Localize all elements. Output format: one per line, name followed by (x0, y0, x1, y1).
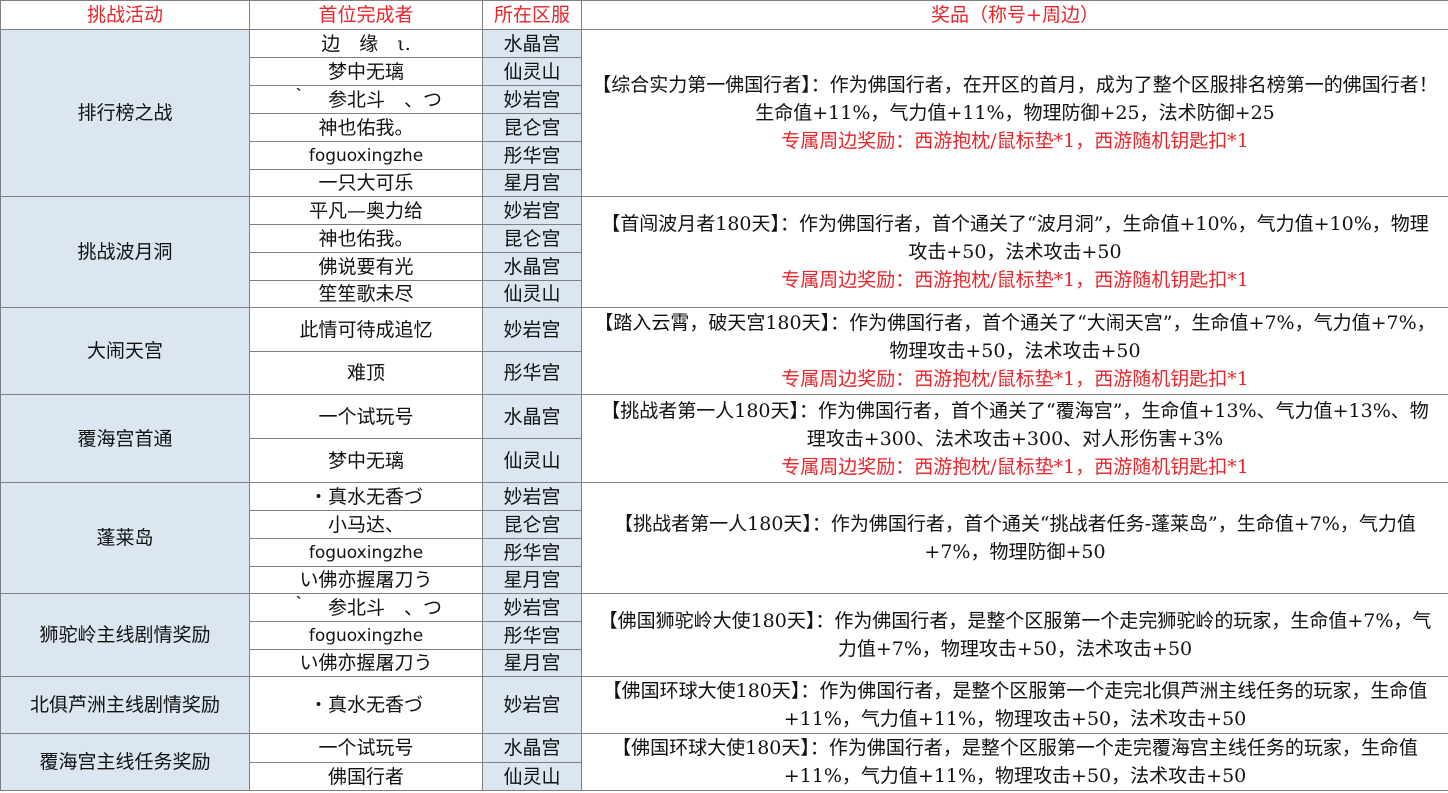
prize-description: 【佛国狮驼岭大使180天】：作为佛国行者，是整个区服第一个走完狮驼岭的玩家，生命… (598, 610, 1432, 660)
server-cell: 星月宫 (482, 566, 582, 594)
player-cell: ・真水无香づ (249, 676, 483, 734)
header-activity: 挑战活动 (0, 0, 250, 30)
prize-cell: 【佛国环球大使180天】：作为佛国行者，是整个区服第一个走完北俱芦洲主线任务的玩… (581, 676, 1448, 734)
table-row: 覆海宫首通 一个试玩号 水晶宫 【挑战者第一人180天】：作为佛国行者，首个通关了“覆… (0, 394, 1448, 483)
table-body: 排行榜之战边 缘 ι. 水晶宫 【综合实力第一佛国行者】：作为佛国行者，在开区的首月… (0, 29, 1448, 791)
server-cell: 妙岩宫 (482, 593, 582, 622)
player-cell: 神也佑我。 (249, 224, 483, 253)
player-cell: 难顶 (249, 351, 483, 395)
prize-cell: 【首闯波月者180天】：作为佛国行者，首个通关了“波月洞”，生命值+10%，气力… (581, 196, 1448, 308)
player-cell: 一个试玩号 (249, 394, 483, 439)
activity-cell: 蓬莱岛 (0, 482, 250, 594)
table-row: 蓬莱岛 ・真水无香づ 妙岩宫【挑战者第一人180天】：作为佛国行者，首个通关“挑战者… (0, 482, 1448, 594)
player-cell: い佛亦握屠刀う (249, 566, 483, 594)
prize-cell: 【佛国狮驼岭大使180天】：作为佛国行者，是整个区服第一个走完狮驼岭的玩家，生命… (581, 593, 1448, 677)
server-cell: 昆仑宫 (482, 113, 582, 142)
player-cell: 平凡—奥力给 (249, 196, 483, 225)
server-cell: 星月宫 (482, 169, 582, 197)
player-cell: foguoxingzhe (249, 538, 483, 567)
server-cell: 仙灵山 (482, 438, 582, 483)
prize-description: 【踏入云霄，破天宫180天】：作为佛国行者，首个通关了“大闹天宫”，生命值+7%… (594, 312, 1436, 362)
activity-cell: 排行榜之战 (0, 29, 250, 197)
player-cell: ｀ 参北斗 、つ (249, 85, 483, 114)
activity-cell: 挑战波月洞 (0, 196, 250, 308)
prize-description: 【首闯波月者180天】：作为佛国行者，首个通关了“波月洞”，生命值+10%，气力… (601, 213, 1429, 263)
player-cell: 笙笙歌未尽 (249, 280, 483, 308)
server-cell: 仙灵山 (482, 762, 582, 791)
server-cell: 水晶宫 (482, 252, 582, 281)
activity-cell: 覆海宫首通 (0, 394, 250, 483)
table-row: 大闹天宫 此情可待成追忆 妙岩宫 【踏入云霄，破天宫180天】：作为佛国行者，首个通关… (0, 307, 1448, 395)
header-server: 所在区服 (482, 0, 582, 30)
header-first-finisher: 首位完成者 (249, 0, 483, 30)
server-cell: 彤华宫 (482, 621, 582, 650)
server-cell: 仙灵山 (482, 57, 582, 86)
prize-description: 【佛国环球大使180天】：作为佛国行者，是整个区服第一个走完覆海宫主线任务的玩家… (612, 737, 1418, 787)
player-cell: 梦中无璃 (249, 57, 483, 86)
server-cell: 仙灵山 (482, 280, 582, 308)
merch-reward: 专属周边奖励：西游抱枕/鼠标垫*1，西游随机钥匙扣*1 (781, 269, 1249, 291)
player-cell: 佛说要有光 (249, 252, 483, 281)
server-cell: 星月宫 (482, 649, 582, 677)
player-cell: 此情可待成追忆 (249, 307, 483, 352)
prize-description: 【综合实力第一佛国行者】：作为佛国行者，在开区的首月，成为了整个区服排名榜第一的… (592, 74, 1438, 124)
table-row: 狮驼岭主线剧情奖励 ｀ 参北斗 、つ 妙岩宫 【佛国狮驼岭大使180天】：作为佛国行者… (0, 593, 1448, 677)
prize-cell: 【佛国环球大使180天】：作为佛国行者，是整个区服第一个走完覆海宫主线任务的玩家… (581, 733, 1448, 791)
player-cell: 边 缘 ι. (249, 29, 483, 58)
prize-cell: 【踏入云霄，破天宫180天】：作为佛国行者，首个通关了“大闹天宫”，生命值+7%… (581, 307, 1448, 395)
prize-description: 【挑战者第一人180天】：作为佛国行者，首个通关“挑战者任务-蓬莱岛”，生命值+… (614, 513, 1416, 563)
server-cell: 妙岩宫 (482, 482, 582, 511)
header-prize: 奖品（称号+周边） (581, 0, 1448, 30)
player-cell: foguoxingzhe (249, 621, 483, 650)
server-cell: 昆仑宫 (482, 224, 582, 253)
server-cell: 彤华宫 (482, 351, 582, 395)
activity-cell: 狮驼岭主线剧情奖励 (0, 593, 250, 677)
server-cell: 水晶宫 (482, 29, 582, 58)
server-cell: 妙岩宫 (482, 676, 582, 734)
table-row: 北俱芦洲主线剧情奖励 ・真水无香づ 妙岩宫 【佛国环球大使180天】：作为佛国行者，是… (0, 676, 1448, 734)
prize-description: 【佛国环球大使180天】：作为佛国行者，是整个区服第一个走完北俱芦洲主线任务的玩… (602, 680, 1428, 730)
merch-reward: 专属周边奖励：西游抱枕/鼠标垫*1，西游随机钥匙扣*1 (781, 455, 1249, 478)
player-cell: 神也佑我。 (249, 113, 483, 142)
prize-cell: 【挑战者第一人180天】：作为佛国行者，首个通关“挑战者任务-蓬莱岛”，生命值+… (581, 482, 1448, 594)
server-cell: 妙岩宫 (482, 307, 582, 352)
merch-reward: 专属周边奖励：西游抱枕/鼠标垫*1，西游随机钥匙扣*1 (781, 368, 1249, 390)
player-cell: 小马达、 (249, 510, 483, 539)
server-cell: 妙岩宫 (482, 196, 582, 225)
player-cell: 一只大可乐 (249, 169, 483, 197)
header-row: 挑战活动 首位完成者 所在区服 奖品（称号+周边） (0, 0, 1448, 30)
player-cell: foguoxingzhe (249, 141, 483, 170)
player-cell: 佛国行者 (249, 762, 483, 791)
rewards-table: 挑战活动 首位完成者 所在区服 奖品（称号+周边） 排行榜之战边 缘 ι. 水晶宫… (0, 0, 1448, 791)
server-cell: 彤华宫 (482, 141, 582, 170)
server-cell: 水晶宫 (482, 732, 582, 764)
prize-description: 【挑战者第一人180天】：作为佛国行者，首个通关了“覆海宫”，生命值+13%、气… (601, 399, 1429, 450)
table-row: 覆海宫主线任务奖励 一个试玩号 水晶宫 【佛国环球大使180天】：作为佛国行者，是整个… (0, 732, 1448, 791)
player-cell: ・真水无香づ (249, 482, 483, 511)
player-cell: い佛亦握屠刀う (249, 649, 483, 677)
prize-cell: 【挑战者第一人180天】：作为佛国行者，首个通关了“覆海宫”，生命值+13%、气… (581, 394, 1448, 483)
server-cell: 彤华宫 (482, 538, 582, 567)
table-row: 挑战波月洞 平凡—奥力给 妙岩宫 【首闯波月者180天】：作为佛国行者，首个通关了“波… (0, 196, 1448, 308)
player-cell: ｀ 参北斗 、つ (249, 593, 483, 622)
server-cell: 水晶宫 (482, 394, 582, 439)
activity-cell: 覆海宫主线任务奖励 (0, 733, 250, 791)
prize-cell: 【综合实力第一佛国行者】：作为佛国行者，在开区的首月，成为了整个区服排名榜第一的… (581, 29, 1448, 197)
merch-reward: 专属周边奖励：西游抱枕/鼠标垫*1，西游随机钥匙扣*1 (781, 130, 1249, 152)
activity-cell: 北俱芦洲主线剧情奖励 (0, 676, 250, 734)
table-row: 排行榜之战边 缘 ι. 水晶宫 【综合实力第一佛国行者】：作为佛国行者，在开区的首月… (0, 29, 1448, 197)
player-cell: 梦中无璃 (249, 438, 483, 483)
server-cell: 妙岩宫 (482, 85, 582, 114)
server-cell: 昆仑宫 (482, 510, 582, 539)
player-cell: 一个试玩号 (249, 732, 483, 764)
activity-cell: 大闹天宫 (0, 307, 250, 395)
